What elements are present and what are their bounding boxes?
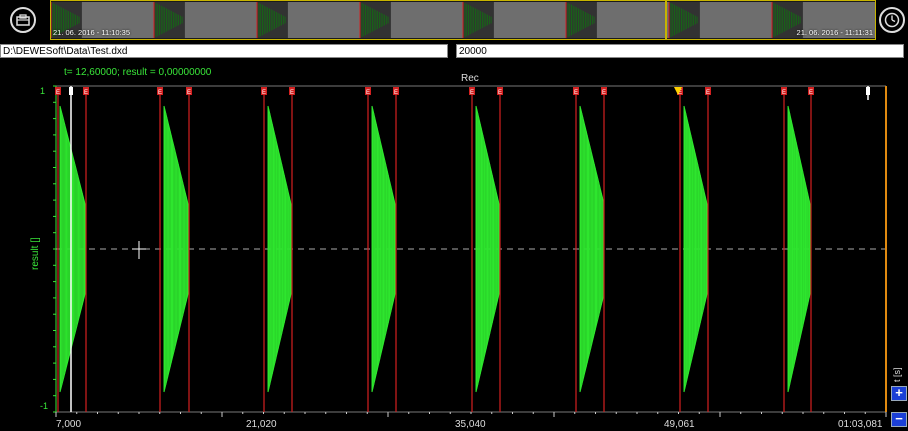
right-range-cursor-handle <box>866 87 870 95</box>
zoom-in-button[interactable]: + <box>891 386 907 401</box>
event-marker-glyph: E <box>782 90 786 96</box>
event-marker-glyph: E <box>56 90 60 96</box>
left-range-cursor-handle <box>69 87 73 95</box>
event-marker-glyph: E <box>366 90 370 96</box>
event-marker-glyph: E <box>470 90 474 96</box>
event-marker-glyph: E <box>809 90 813 96</box>
event-marker-glyph: E <box>498 90 502 96</box>
event-marker-glyph: E <box>602 90 606 96</box>
x-tick-3: 35,040 <box>455 419 486 430</box>
zoom-out-button[interactable]: − <box>891 412 907 427</box>
x-tick-2: 21,020 <box>246 419 277 430</box>
x-tick-1: 7,000 <box>56 419 82 430</box>
event-marker-glyph: E <box>84 90 88 96</box>
event-marker-glyph: E <box>158 90 162 96</box>
event-marker-glyph: E <box>394 90 398 96</box>
recorder-plot[interactable]: EEEEEEEEEEEEEEEE <box>0 0 908 431</box>
event-marker-glyph: E <box>187 90 191 96</box>
event-marker-glyph: E <box>574 90 578 96</box>
x-tick-4: 49,061 <box>664 419 695 430</box>
event-marker-glyph: E <box>262 90 266 96</box>
event-marker-glyph: E <box>706 90 710 96</box>
x-axis-unit-label: t [s] <box>892 367 902 382</box>
x-tick-5: 01:03,081 <box>838 419 883 430</box>
event-marker-glyph: E <box>290 90 294 96</box>
